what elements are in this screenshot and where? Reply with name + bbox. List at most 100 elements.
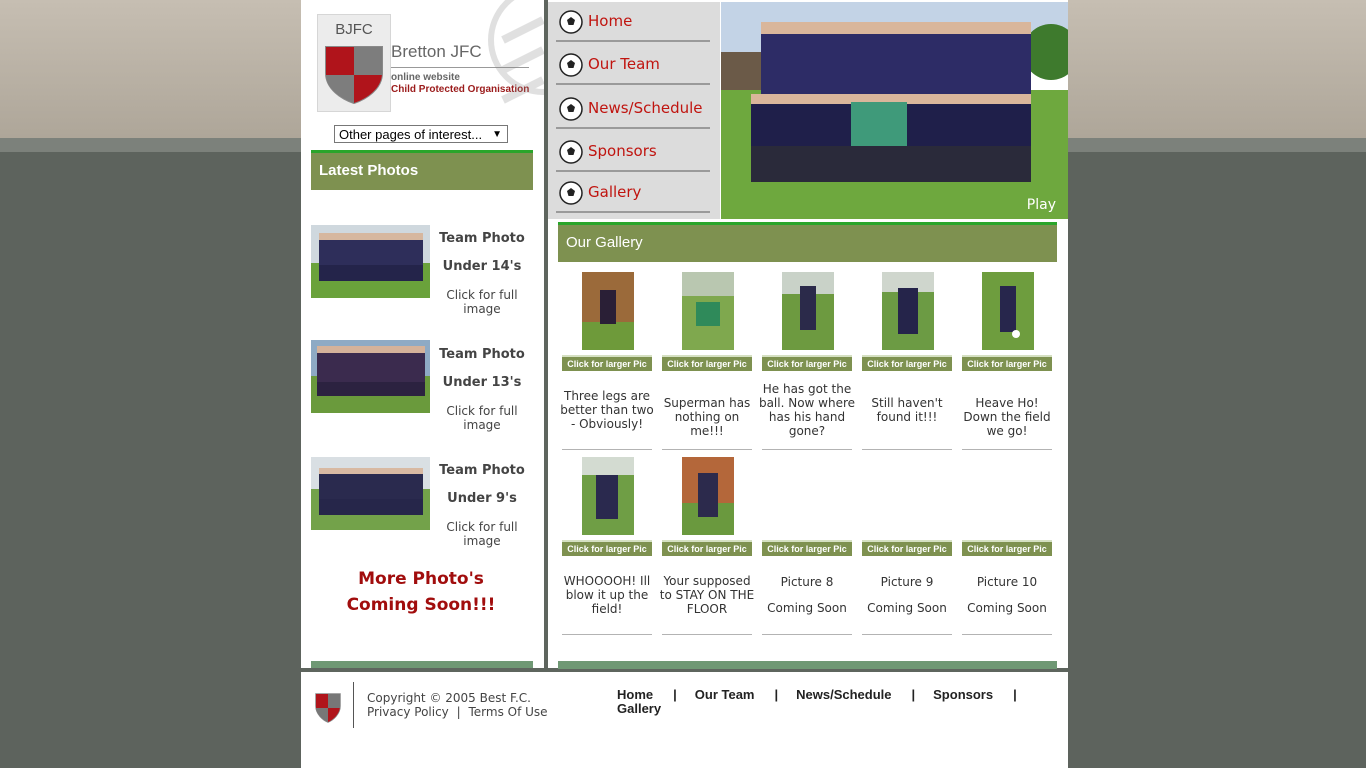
footer-nav-separator: | bbox=[1013, 687, 1017, 702]
nav-label-our-team: Our Team bbox=[588, 55, 660, 73]
terms-of-use-link[interactable]: Terms Of Use bbox=[468, 705, 547, 719]
copyright-text: Copyright © 2005 Best F.C. bbox=[367, 691, 531, 705]
footer-separator: | bbox=[456, 705, 461, 719]
privacy-policy-link[interactable]: Privacy Policy bbox=[367, 705, 449, 719]
club-name: Bretton JFC bbox=[391, 42, 482, 61]
football-icon bbox=[559, 10, 583, 34]
latest-photos-header: Latest Photos bbox=[311, 150, 533, 190]
latest-photo-2-link[interactable]: Click for full image bbox=[431, 404, 533, 432]
nav-label-news-schedule: News/Schedule bbox=[588, 99, 703, 117]
gallery-caption-title: Picture 9 bbox=[880, 575, 934, 589]
footer-nav: Home | Our Team | News/Schedule | Sponsors | Gal… bbox=[617, 688, 1037, 716]
caption-divider bbox=[662, 634, 752, 635]
larger-pic-button[interactable]: Click for larger Pic bbox=[562, 355, 652, 371]
latest-photo-2-sub: Under 13's bbox=[442, 375, 522, 390]
footer-divider-line bbox=[353, 682, 354, 728]
football-icon bbox=[559, 140, 583, 164]
footer-link-our-team[interactable]: Our Team bbox=[695, 687, 755, 702]
footer-legal-links: Privacy Policy | Terms Of Use bbox=[367, 705, 552, 719]
slideshow-play-button[interactable]: Play bbox=[1027, 197, 1056, 213]
latest-photo-1-title: Team Photo bbox=[439, 231, 525, 246]
footer-link-gallery[interactable]: Gallery bbox=[617, 701, 661, 716]
larger-pic-button[interactable]: Click for larger Pic bbox=[862, 355, 952, 371]
caption-divider bbox=[662, 449, 752, 450]
watermark-crest-icon bbox=[488, 0, 545, 104]
caption-divider bbox=[862, 634, 952, 635]
gallery-caption: WHOOOOH! Ill blow it up the field! bbox=[563, 574, 651, 616]
more-photos-line2: Coming Soon!!! bbox=[346, 595, 496, 615]
nav-label-gallery: Gallery bbox=[588, 183, 642, 201]
larger-pic-button[interactable]: Click for larger Pic bbox=[862, 540, 952, 556]
page-container: BJFC Bretton JFC online website Child Pr… bbox=[301, 0, 1068, 768]
caption-divider bbox=[962, 449, 1052, 450]
larger-pic-button[interactable]: Click for larger Pic bbox=[662, 540, 752, 556]
footer-shield-icon bbox=[315, 693, 341, 723]
gallery-photo-5[interactable] bbox=[982, 272, 1034, 350]
gallery-caption: Heave Ho! Down the field we go! bbox=[963, 396, 1051, 438]
gallery-photo-2[interactable] bbox=[682, 272, 734, 350]
caption-divider bbox=[762, 634, 852, 635]
latest-photo-2-title: Team Photo bbox=[439, 347, 525, 362]
nav-item-our-team[interactable]: Our Team bbox=[556, 45, 710, 85]
gallery-photo-4[interactable] bbox=[882, 272, 934, 350]
gallery-caption: Your supposed to STAY ON THE FLOOR bbox=[659, 574, 755, 616]
latest-photo-1-link[interactable]: Click for full image bbox=[431, 288, 533, 316]
latest-photo-1-sub: Under 14's bbox=[442, 259, 522, 274]
nav-label-home: Home bbox=[588, 12, 633, 30]
football-icon bbox=[559, 53, 583, 77]
caption-divider bbox=[762, 449, 852, 450]
gallery-caption-sub: Coming Soon bbox=[767, 601, 847, 615]
football-icon bbox=[559, 97, 583, 121]
gallery-caption: He has got the ball. Now where has his h… bbox=[758, 382, 856, 438]
shield-icon bbox=[325, 46, 383, 105]
gallery-footer-bar bbox=[558, 661, 1057, 669]
caption-divider bbox=[562, 449, 652, 450]
other-pages-select-value: Other pages of interest... bbox=[339, 127, 483, 142]
latest-photo-3-link[interactable]: Click for full image bbox=[431, 520, 533, 548]
gallery-title: Our Gallery bbox=[566, 234, 643, 251]
football-icon bbox=[559, 181, 583, 205]
latest-photo-3-title: Team Photo bbox=[439, 463, 525, 478]
chevron-down-icon: ▼ bbox=[492, 129, 502, 140]
more-photos-notice: More Photo's Coming Soon!!! bbox=[321, 566, 521, 618]
team-photo-u9-thumbnail[interactable] bbox=[311, 457, 430, 530]
larger-pic-button[interactable]: Click for larger Pic bbox=[762, 540, 852, 556]
larger-pic-button[interactable]: Click for larger Pic bbox=[762, 355, 852, 371]
other-pages-select[interactable]: Other pages of interest... ▼ bbox=[334, 125, 508, 143]
team-photo-hero bbox=[721, 2, 1068, 219]
nav-item-gallery[interactable]: Gallery bbox=[556, 173, 710, 213]
club-tagline: online website bbox=[391, 72, 460, 83]
footer-link-sponsors[interactable]: Sponsors bbox=[933, 687, 993, 702]
footer-nav-separator: | bbox=[774, 687, 779, 702]
gallery-caption-title: Picture 8 bbox=[780, 575, 834, 589]
caption-divider bbox=[862, 449, 952, 450]
gallery-photo-1[interactable] bbox=[582, 272, 634, 350]
team-photo-u13-thumbnail[interactable] bbox=[311, 340, 430, 413]
site-logo[interactable]: BJFC bbox=[317, 14, 391, 112]
more-photos-line1: More Photo's bbox=[358, 569, 484, 589]
footer-link-home[interactable]: Home bbox=[617, 687, 653, 702]
nav-label-sponsors: Sponsors bbox=[588, 142, 657, 160]
gallery-photo-7[interactable] bbox=[682, 457, 734, 535]
logo-abbr: BJFC bbox=[335, 21, 373, 38]
nav-item-news-schedule[interactable]: News/Schedule bbox=[556, 89, 710, 129]
larger-pic-button[interactable]: Click for larger Pic bbox=[962, 540, 1052, 556]
gallery-photo-3[interactable] bbox=[782, 272, 834, 350]
nav-item-sponsors[interactable]: Sponsors bbox=[556, 132, 710, 172]
gallery-caption-title: Picture 10 bbox=[976, 575, 1038, 589]
team-photo-u14-thumbnail[interactable] bbox=[311, 225, 430, 298]
team-slideshow[interactable]: Play bbox=[721, 2, 1068, 219]
gallery-photo-6[interactable] bbox=[582, 457, 634, 535]
caption-divider bbox=[962, 634, 1052, 635]
larger-pic-button[interactable]: Click for larger Pic bbox=[962, 355, 1052, 371]
main-nav: Home Our Team News/Schedule Sponsors Gal… bbox=[548, 2, 720, 219]
nav-item-home[interactable]: Home bbox=[556, 2, 710, 42]
latest-photos-title: Latest Photos bbox=[319, 162, 419, 179]
latest-photo-3-sub: Under 9's bbox=[447, 491, 517, 506]
caption-divider bbox=[562, 634, 652, 635]
gallery-caption: Still haven't found it!!! bbox=[871, 396, 943, 424]
larger-pic-button[interactable]: Click for larger Pic bbox=[662, 355, 752, 371]
larger-pic-button[interactable]: Click for larger Pic bbox=[562, 540, 652, 556]
gallery-caption: Three legs are better than two - Obvious… bbox=[560, 389, 654, 431]
footer-link-news-schedule[interactable]: News/Schedule bbox=[796, 687, 891, 702]
